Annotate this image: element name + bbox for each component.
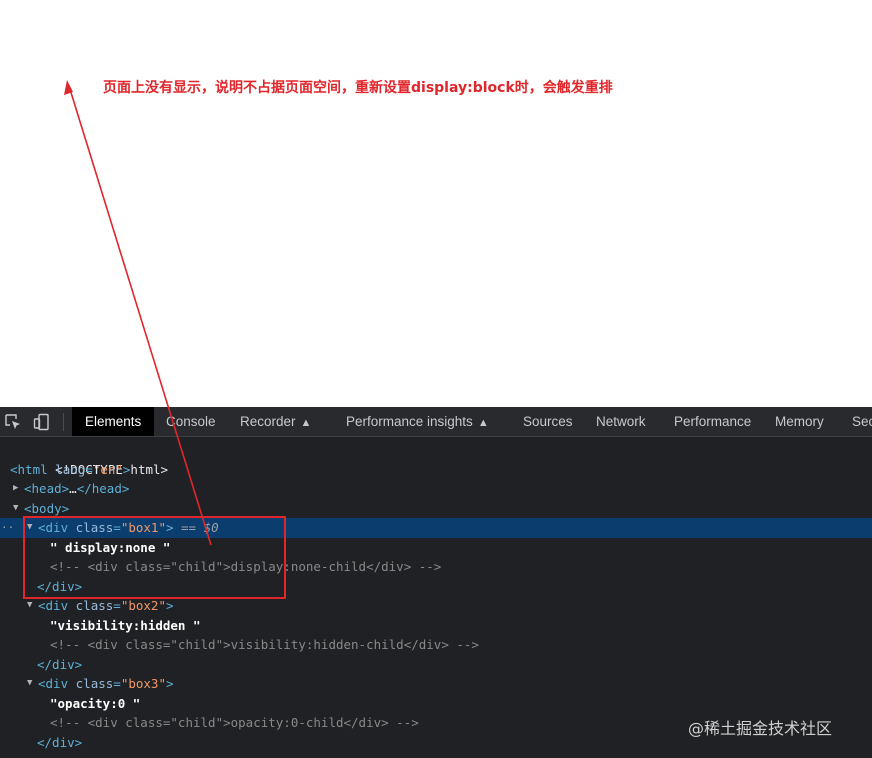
tab-sources[interactable]: Sources	[523, 407, 573, 436]
attr-name: lang	[55, 461, 86, 477]
tag-gt: >	[122, 461, 131, 477]
tab-network[interactable]: Network	[596, 407, 646, 436]
text-node: "opacity:0 "	[50, 695, 141, 711]
flask-icon: ▲	[477, 417, 489, 429]
tag-gt: >	[165, 676, 174, 691]
tab-memory[interactable]: Memory	[775, 407, 824, 436]
tab-label: Console	[166, 414, 216, 429]
tab-performance[interactable]: Performance	[674, 407, 751, 436]
tab-label: Sources	[523, 414, 573, 429]
text-node: "visibility:hidden "	[50, 617, 201, 633]
comment-node: <!-- <div class="child">opacity:0-child<…	[50, 715, 419, 730]
dom-node-html[interactable]: <html lang="en">	[0, 460, 872, 480]
tab-label: Performance insights	[346, 414, 473, 429]
tag-close: </head>	[76, 481, 130, 496]
toolbar-divider	[63, 413, 64, 431]
tab-label: Sec	[852, 414, 872, 429]
row-dots: ··	[1, 521, 15, 534]
tab-label: Performance	[674, 414, 752, 429]
tag-close: </div>	[37, 734, 83, 750]
tag-open: <head>	[24, 481, 70, 496]
attr-value: "box3"	[120, 676, 166, 691]
tab-security[interactable]: Sec	[852, 407, 872, 436]
tab-label: Elements	[85, 414, 142, 429]
dom-comment-box2[interactable]: <!-- <div class="child">visibility:hidde…	[0, 635, 872, 655]
tab-elements[interactable]: Elements	[72, 407, 155, 436]
watermark: @稀土掘金技术社区	[688, 719, 833, 738]
attr-name: class	[75, 598, 114, 613]
tag-open: <html	[10, 461, 48, 477]
dom-node-head[interactable]: ▶ <head>…</head>	[0, 479, 872, 499]
dom-close-box2[interactable]: </div>	[0, 655, 872, 675]
tag-close: </div>	[37, 656, 83, 672]
comment-node: <!-- <div class="child">visibility:hidde…	[50, 637, 479, 652]
device-toolbar-icon[interactable]	[33, 413, 51, 431]
tab-label: Network	[596, 414, 646, 429]
dom-tree: <!DOCTYPE html> <html lang="en"> ▶ <head>…	[0, 440, 872, 758]
collapsed-ellipsis: …	[69, 481, 77, 496]
tag-open: <body>	[24, 500, 70, 516]
tab-performance-insights[interactable]: Performance insights ▲	[346, 407, 489, 436]
attr-name: class	[75, 676, 114, 691]
expand-triangle-icon[interactable]: ▶	[13, 479, 24, 499]
annotation-highlight-box	[23, 516, 286, 599]
flask-icon: ▲	[300, 417, 312, 429]
annotation-text: 页面上没有显示，说明不占据页面空间，重新设置display:block时，会触发…	[103, 80, 613, 96]
dom-text-box2[interactable]: "visibility:hidden "	[0, 616, 872, 636]
tag-open: <div	[38, 598, 69, 613]
inspect-element-icon[interactable]	[4, 413, 22, 431]
tag-gt: >	[165, 598, 174, 613]
attr-value: "box2"	[120, 598, 166, 613]
dom-text-box3[interactable]: "opacity:0 "	[0, 694, 872, 714]
tab-console[interactable]: Console	[166, 407, 216, 436]
dom-node-box3[interactable]: ▼ <div class="box3">	[0, 674, 872, 694]
attr-value: "en"	[92, 461, 123, 477]
tab-label: Recorder	[240, 414, 296, 429]
tab-recorder[interactable]: Recorder ▲	[240, 407, 311, 436]
devtools-tabbar: Elements Console Recorder ▲ Performance i…	[0, 407, 872, 437]
rendered-page-area	[0, 0, 872, 407]
collapse-triangle-icon[interactable]: ▼	[27, 674, 38, 694]
dom-node-doctype[interactable]: <!DOCTYPE html>	[0, 440, 872, 477]
tag-open: <div	[38, 676, 69, 691]
tab-label: Memory	[775, 414, 824, 429]
